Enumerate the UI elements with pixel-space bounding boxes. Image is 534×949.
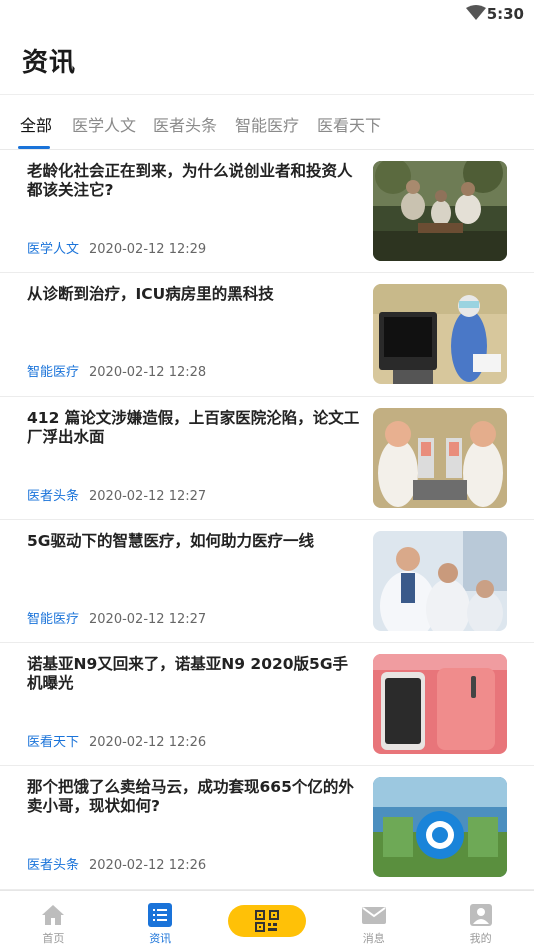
news-thumbnail[interactable] (373, 530, 507, 631)
tab-world-view[interactable]: 医看天下 (317, 112, 381, 136)
list-icon (148, 903, 173, 927)
news-thumbnail[interactable] (373, 407, 507, 508)
news-category[interactable]: 医看天下 (27, 735, 79, 750)
tab-doctor-headlines[interactable]: 医者头条 (153, 112, 217, 136)
doctors-team-photo (373, 530, 507, 631)
news-meta: 医看天下 2020-02-12 12:26 (27, 731, 207, 751)
news-title[interactable]: 412 篇论文涉嫌造假，上百家医院沦陷，论文工厂浮出水面 (27, 409, 363, 447)
status-time: 5:30 (486, 5, 524, 23)
nav-home[interactable]: 首页 (0, 891, 107, 949)
nav-label: 首页 (42, 932, 65, 945)
news-category[interactable]: 医者头条 (27, 489, 79, 504)
pink-phone-photo (373, 654, 507, 755)
divider (0, 94, 534, 95)
qr-code-icon (255, 910, 279, 932)
news-title[interactable]: 那个把饿了么卖给马云，成功套现665个亿的外卖小哥，现状如何? (27, 778, 363, 816)
elderly-chess-photo (373, 161, 507, 261)
nav-profile[interactable]: 我的 (427, 891, 534, 949)
news-title[interactable]: 老龄化社会正在到来，为什么说创业者和投资人都该关注它? (27, 162, 363, 200)
category-tabs: 全部 医学人文 医者头条 智能医疗 医看天下 (0, 100, 534, 150)
news-item[interactable]: 从诊断到治疗，ICU病房里的黑科技 智能医疗 2020-02-12 12:28 (0, 273, 534, 397)
tab-medical-humanities[interactable]: 医学人文 (72, 112, 136, 136)
tab-smart-medicine[interactable]: 智能医疗 (235, 112, 299, 136)
cartoon-doctors-illustration (373, 407, 507, 508)
nav-messages[interactable]: 消息 (320, 891, 427, 949)
news-meta: 医者头条 2020-02-12 12:27 (27, 485, 207, 504)
news-time: 2020-02-12 12:26 (89, 735, 207, 751)
news-thumbnail[interactable] (373, 284, 507, 385)
news-time: 2020-02-12 12:28 (89, 365, 207, 381)
page-title: 资讯 (22, 48, 77, 78)
news-category[interactable]: 智能医疗 (27, 612, 79, 627)
news-list: 老龄化社会正在到来，为什么说创业者和投资人都该关注它? 医学人文 2020-02-… (0, 150, 534, 890)
nav-label: 我的 (469, 932, 492, 945)
news-title[interactable]: 从诊断到治疗，ICU病房里的黑科技 (27, 285, 363, 304)
news-time: 2020-02-12 12:27 (89, 611, 207, 627)
news-category[interactable]: 医者头条 (27, 858, 79, 873)
news-time: 2020-02-12 12:29 (89, 242, 207, 257)
news-meta: 智能医疗 2020-02-12 12:27 (27, 608, 207, 627)
home-icon (42, 905, 65, 925)
news-item[interactable]: 那个把饿了么卖给马云，成功套现665个亿的外卖小哥，现状如何? 医者头条 2020… (0, 766, 534, 890)
bottom-nav: 首页 资讯 消息 我的 (0, 890, 534, 949)
active-tab-indicator (18, 146, 50, 149)
news-meta: 医学人文 2020-02-12 12:29 (27, 238, 207, 257)
eleme-building-photo (373, 777, 507, 878)
news-thumbnail[interactable] (373, 777, 507, 878)
icu-device-photo (373, 284, 507, 385)
news-title[interactable]: 5G驱动下的智慧医疗，如何助力医疗一线 (27, 532, 363, 551)
news-item[interactable]: 老龄化社会正在到来，为什么说创业者和投资人都该关注它? 医学人文 2020-02-… (0, 150, 534, 274)
news-thumbnail[interactable] (373, 161, 507, 261)
tab-all[interactable]: 全部 (20, 112, 52, 136)
status-bar: 5:30 (0, 0, 534, 30)
wifi-icon (466, 5, 486, 20)
news-item[interactable]: 412 篇论文涉嫌造假，上百家医院沦陷，论文工厂浮出水面 医者头条 2020-02… (0, 397, 534, 520)
news-time: 2020-02-12 12:26 (89, 858, 207, 874)
nav-label: 消息 (362, 932, 385, 945)
profile-icon (469, 904, 492, 926)
scan-qr-button[interactable] (228, 905, 306, 937)
news-category[interactable]: 医学人文 (27, 242, 79, 257)
news-category[interactable]: 智能医疗 (27, 365, 79, 380)
nav-label: 资讯 (149, 932, 172, 945)
news-item[interactable]: 诺基亚N9又回来了，诺基亚N9 2020版5G手机曝光 医看天下 2020-02-… (0, 643, 534, 767)
news-item[interactable]: 5G驱动下的智慧医疗，如何助力医疗一线 智能医疗 2020-02-12 12:27 (0, 520, 534, 644)
news-meta: 医者头条 2020-02-12 12:26 (27, 854, 207, 874)
nav-news[interactable]: 资讯 (107, 891, 214, 949)
mail-icon (361, 907, 386, 924)
news-meta: 智能医疗 2020-02-12 12:28 (27, 361, 207, 381)
news-time: 2020-02-12 12:27 (89, 488, 207, 504)
news-thumbnail[interactable] (373, 654, 507, 755)
news-title[interactable]: 诺基亚N9又回来了，诺基亚N9 2020版5G手机曝光 (27, 655, 363, 693)
